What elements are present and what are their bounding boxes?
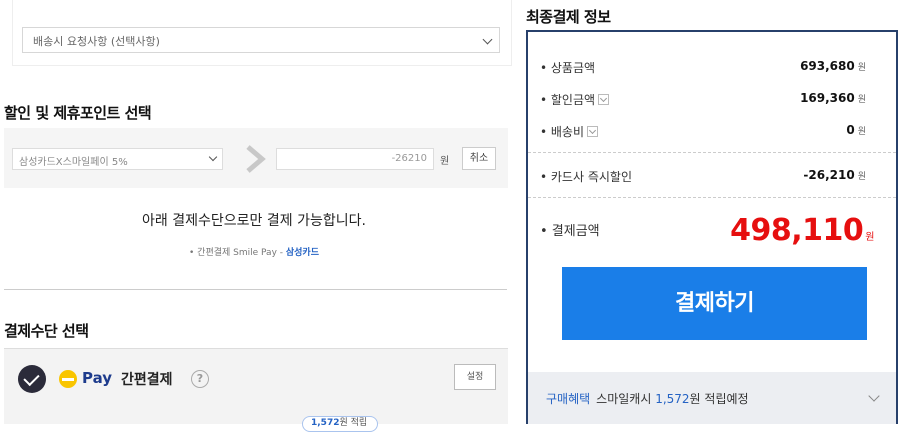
benefit-amount: 1,572	[655, 392, 690, 406]
reward-value: 1,572	[311, 418, 340, 428]
chevron-down-icon[interactable]	[868, 390, 880, 402]
summary-row-value: 0	[846, 123, 855, 137]
smile-pay-logo-icon	[59, 370, 77, 388]
divider	[4, 289, 507, 290]
cancel-button[interactable]: 취소	[462, 147, 496, 170]
total-amount-unit: 원	[865, 232, 874, 243]
summary-row-value: 169,360	[800, 91, 855, 105]
reward-badge: 1,572원 적립	[302, 416, 378, 432]
expand-toggle-icon[interactable]	[587, 126, 599, 137]
summary-row-unit: 원	[857, 127, 866, 137]
total-amount: 498,110 원	[730, 213, 874, 248]
summary-row-product: • 상품금액 693,680 원	[540, 59, 876, 76]
benefit-label: 구매혜택	[546, 392, 591, 406]
dashed-divider	[528, 197, 896, 198]
discount-amount-input[interactable]: -26210	[276, 148, 434, 170]
delivery-request-select[interactable]: 배송시 요청사항 (선택사항)	[22, 27, 500, 53]
reward-suffix: 원 적립	[339, 418, 368, 428]
purchase-benefit-bar[interactable]: 구매혜택 스마일캐시 1,572원 적립예정	[528, 372, 896, 424]
summary-row-value: 693,680	[800, 59, 855, 73]
summary-row-unit: 원	[857, 95, 866, 105]
easy-pay-label: 간편결제	[121, 372, 173, 388]
notice-detail-prefix: • 간편결제 Smile Pay -	[189, 248, 286, 258]
summary-row-label: • 상품금액	[540, 61, 596, 75]
pay-logo-text: Pay	[82, 369, 113, 387]
summary-row-shipping: • 배송비 0원	[540, 123, 876, 140]
payment-notice-detail: • 간편결제 Smile Pay - 삼성카드	[0, 245, 508, 258]
summary-row-unit: 원	[857, 63, 866, 73]
summary-panel: • 상품금액 693,680 원 • 할인금액 169,360 원 • 배송비 0원…	[526, 30, 898, 424]
discount-section-title: 할인 및 제휴포인트 선택	[4, 104, 152, 122]
summary-row-label: • 배송비	[540, 125, 585, 139]
arrow-right-icon	[246, 145, 266, 173]
check-icon[interactable]	[18, 365, 46, 393]
summary-row-card-discount: • 카드사 즉시할인 -26,210 원	[540, 168, 876, 185]
chevron-down-icon	[482, 34, 493, 45]
card-discount-option: 삼성카드X스마일페이 5%	[19, 157, 128, 168]
delivery-request-placeholder: 배송시 요청사항 (선택사항)	[33, 35, 160, 48]
summary-title: 최종결제 정보	[526, 8, 611, 26]
total-amount-value: 498,110	[730, 213, 864, 248]
chevron-down-icon	[208, 152, 218, 162]
pay-button[interactable]: 결제하기	[562, 267, 867, 340]
payment-method-panel	[4, 348, 508, 424]
benefit-text-suffix: 원 적립예정	[689, 392, 749, 406]
summary-row-unit: 원	[857, 172, 866, 182]
payment-notice: 아래 결제수단으로만 결제 가능합니다.	[142, 213, 366, 229]
summary-row-value: -26,210	[803, 168, 855, 182]
benefit-text: 스마일캐시	[596, 392, 656, 406]
notice-detail-card: 삼성카드	[285, 248, 319, 258]
help-icon[interactable]: ?	[191, 370, 209, 388]
summary-row-label: • 카드사 즉시할인	[540, 170, 632, 184]
payment-method-title: 결제수단 선택	[4, 322, 89, 340]
card-discount-select[interactable]: 삼성카드X스마일페이 5%	[12, 148, 223, 170]
dashed-divider	[528, 152, 896, 153]
amount-unit: 원	[440, 156, 450, 167]
expand-toggle-icon[interactable]	[598, 94, 610, 105]
settings-button[interactable]: 설정	[454, 364, 496, 390]
summary-row-label: • 할인금액	[540, 93, 596, 107]
summary-row-discount: • 할인금액 169,360 원	[540, 91, 876, 108]
